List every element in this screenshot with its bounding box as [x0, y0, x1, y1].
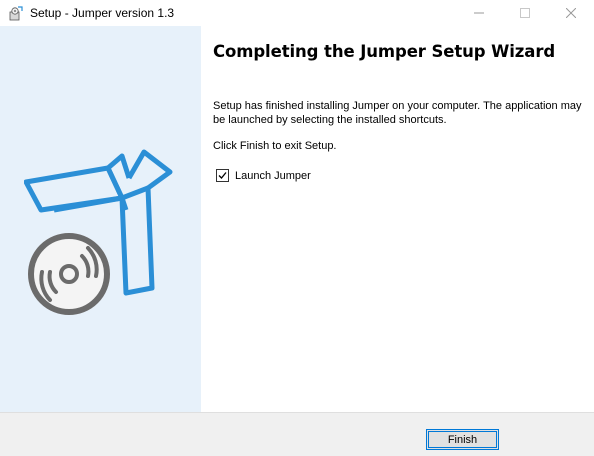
exit-instruction: Click Finish to exit Setup.: [213, 140, 337, 152]
maximize-icon: [520, 8, 530, 18]
content-panel: Completing the Jumper Setup Wizard Setup…: [201, 26, 594, 412]
window-title: Setup - Jumper version 1.3: [30, 6, 175, 20]
close-icon: [566, 8, 576, 18]
finish-button[interactable]: Finish: [426, 429, 499, 450]
launch-checkbox-label[interactable]: Launch Jumper: [235, 170, 311, 182]
side-panel: [0, 26, 201, 412]
minimize-icon: [474, 12, 484, 14]
checkmark-icon: [218, 172, 227, 179]
installer-icon: [8, 5, 24, 21]
launch-checkbox-row[interactable]: Launch Jumper: [216, 169, 311, 182]
completion-message: Setup has finished installing Jumper on …: [213, 100, 582, 126]
box-with-disc-illustration: [24, 149, 173, 315]
launch-checkbox[interactable]: [216, 169, 229, 182]
page-title: Completing the Jumper Setup Wizard: [213, 42, 556, 61]
button-bar: Finish: [0, 412, 594, 456]
close-button[interactable]: [548, 0, 594, 26]
title-bar[interactable]: Setup - Jumper version 1.3: [0, 0, 594, 26]
maximize-button[interactable]: [502, 0, 548, 26]
minimize-button[interactable]: [456, 0, 502, 26]
